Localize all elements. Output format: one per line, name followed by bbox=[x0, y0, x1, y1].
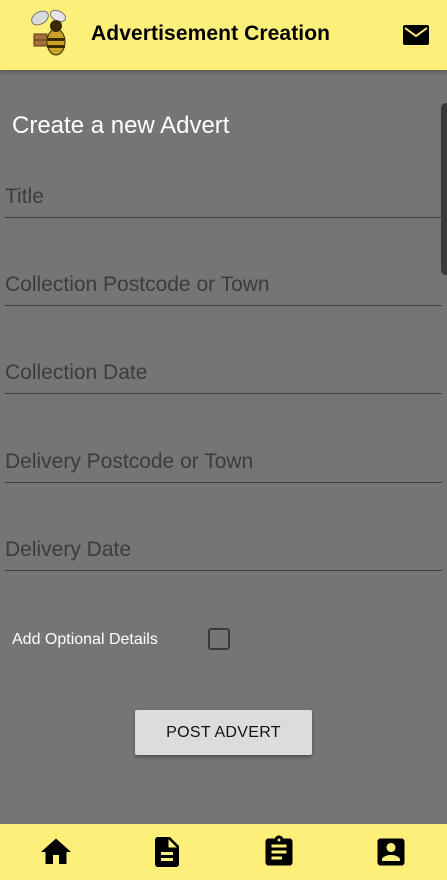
title-field[interactable]: Title bbox=[5, 178, 442, 218]
app-screen: Advertisement Creation Create a new Adve… bbox=[0, 0, 447, 880]
nav-document-button[interactable] bbox=[149, 834, 185, 870]
delivery-location-field[interactable]: Delivery Postcode or Town bbox=[5, 443, 442, 483]
app-header: Advertisement Creation bbox=[0, 0, 447, 70]
mail-button[interactable] bbox=[402, 24, 430, 46]
clipboard-icon bbox=[265, 835, 293, 866]
collection-location-field[interactable]: Collection Postcode or Town bbox=[5, 266, 442, 306]
optional-details-label: Add Optional Details bbox=[12, 631, 158, 648]
delivery-location-label: Delivery Postcode or Town bbox=[5, 450, 254, 473]
document-icon bbox=[155, 837, 179, 867]
nav-account-button[interactable] bbox=[373, 834, 409, 870]
home-icon bbox=[41, 838, 71, 864]
mail-icon bbox=[403, 25, 429, 45]
collection-date-label: Collection Date bbox=[5, 361, 148, 384]
title-field-label: Title bbox=[5, 185, 44, 208]
delivery-date-field[interactable]: Delivery Date bbox=[5, 531, 442, 571]
bottom-navigation bbox=[0, 824, 447, 880]
optional-details-checkbox[interactable] bbox=[208, 628, 230, 650]
collection-date-field[interactable]: Collection Date bbox=[5, 354, 442, 394]
nav-home-button[interactable] bbox=[38, 834, 74, 870]
optional-details-row: Add Optional Details bbox=[12, 626, 272, 654]
post-advert-button[interactable]: POST ADVERT bbox=[135, 710, 312, 755]
nav-clipboard-button[interactable] bbox=[261, 834, 297, 870]
collection-location-label: Collection Postcode or Town bbox=[5, 273, 270, 296]
account-box-icon bbox=[377, 838, 405, 866]
page-heading: Create a new Advert bbox=[12, 112, 230, 139]
app-title: Advertisement Creation bbox=[91, 22, 331, 45]
delivery-date-label: Delivery Date bbox=[5, 538, 132, 561]
bee-logo-icon bbox=[28, 8, 72, 60]
